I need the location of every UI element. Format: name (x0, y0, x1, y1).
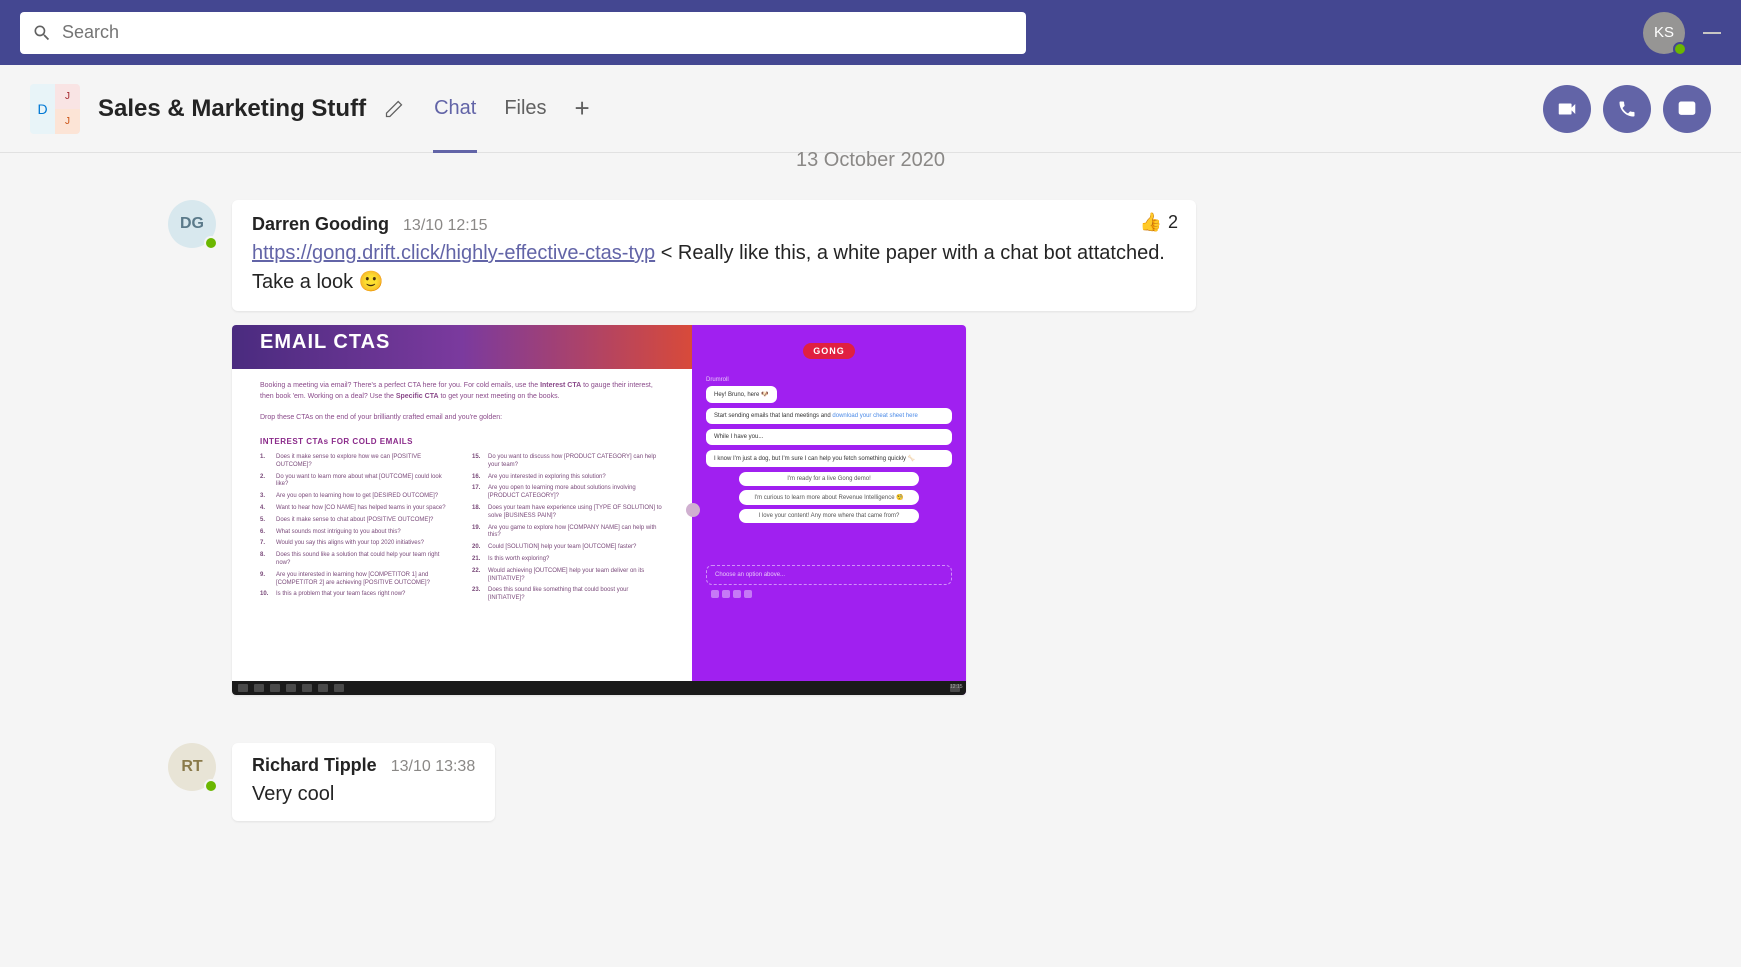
share-screen-button[interactable] (1663, 85, 1711, 133)
search-box[interactable] (20, 12, 1026, 54)
author-avatar[interactable]: DG (168, 200, 216, 248)
search-icon (32, 23, 52, 43)
minimize-icon[interactable] (1703, 32, 1721, 34)
chatbot-bubble: While I have you... (706, 429, 952, 445)
message: DG 👍 2 Darren Gooding 13/10 12:15 https:… (30, 200, 1711, 311)
timestamp: 13/10 12:15 (403, 217, 488, 235)
message-body: Very cool (252, 780, 475, 809)
preview-chatbot: GONG Drumroll Hey! Bruno, here 🐶 Start s… (692, 325, 966, 695)
chatbot-label: Drumroll (706, 377, 952, 383)
preview-col-right: 15.Do you want to discuss how [PRODUCT C… (472, 454, 664, 607)
avatar-tile: J (55, 84, 80, 109)
user-avatar[interactable]: KS (1643, 12, 1685, 54)
avatar-initials: RT (181, 758, 202, 776)
tabs: Chat Files + (434, 65, 590, 152)
message-bubble[interactable]: 👍 2 Darren Gooding 13/10 12:15 https://g… (232, 200, 1196, 311)
message-link[interactable]: https://gong.drift.click/highly-effectiv… (252, 242, 655, 264)
chatbot-bubble: Start sending emails that land meetings … (706, 408, 952, 424)
chatbot-option: I love your content! Any more where that… (739, 509, 919, 523)
avatar-tile: D (30, 84, 55, 134)
search-input[interactable] (62, 22, 1014, 43)
avatar-tile: J (55, 109, 80, 134)
preview-document: EMAIL CTAS Booking a meeting via email? … (232, 325, 692, 695)
author-name: Richard Tipple (252, 755, 377, 776)
preview-heading: EMAIL CTAS (232, 325, 692, 369)
messages-pane: 13 October 2020 DG 👍 2 Darren Gooding 13… (0, 149, 1741, 821)
date-divider: 13 October 2020 (30, 149, 1711, 172)
author-name: Darren Gooding (252, 214, 389, 235)
chatbot-avatar (686, 503, 700, 517)
brand-badge: GONG (803, 343, 855, 359)
add-tab-button[interactable]: + (575, 93, 590, 124)
tab-files[interactable]: Files (504, 65, 546, 152)
smile-emoji: 🙂 (359, 268, 384, 297)
audio-call-button[interactable] (1603, 85, 1651, 133)
group-avatar[interactable]: D J J (30, 84, 80, 134)
chatbot-option: I'm ready for a live Gong demo! (739, 472, 919, 486)
presence-indicator (204, 779, 218, 793)
message-body: https://gong.drift.click/highly-effectiv… (252, 239, 1176, 297)
video-call-button[interactable] (1543, 85, 1591, 133)
presence-indicator (1673, 42, 1687, 56)
timestamp: 13/10 13:38 (391, 758, 476, 776)
preview-intro: Booking a meeting via email? There's a p… (232, 369, 692, 429)
reaction-count: 2 (1168, 212, 1178, 233)
preview-columns: 1.Does it make sense to explore how we c… (232, 450, 692, 607)
chatbot-bubble: I know I'm just a dog, but I'm sure I ca… (706, 450, 952, 467)
preview-clock: 12:15 (950, 684, 960, 692)
link-preview[interactable]: EMAIL CTAS Booking a meeting via email? … (232, 325, 966, 695)
message-bubble[interactable]: Richard Tipple 13/10 13:38 Very cool (232, 743, 495, 821)
preview-col-left: 1.Does it make sense to explore how we c… (260, 454, 452, 607)
chatbot-option: I'm curious to learn more about Revenue … (739, 490, 919, 505)
chat-header: D J J Sales & Marketing Stuff Chat Files… (0, 65, 1741, 153)
chatbot-input-placeholder: Choose an option above... (706, 565, 952, 585)
avatar-initials: DG (180, 215, 204, 233)
chatbot-bubble: Hey! Bruno, here 🐶 (706, 386, 777, 403)
preview-subheading: INTEREST CTAs FOR COLD EMAILS (232, 429, 692, 450)
edit-icon[interactable] (384, 99, 404, 119)
reaction-pill[interactable]: 👍 2 (1140, 212, 1178, 233)
title-bar: KS (0, 0, 1741, 65)
presence-indicator (204, 236, 218, 250)
chat-title: Sales & Marketing Stuff (98, 95, 366, 123)
user-initials: KS (1654, 24, 1674, 41)
thumbs-up-icon: 👍 (1140, 212, 1162, 233)
message: RT Richard Tipple 13/10 13:38 Very cool (30, 743, 1711, 821)
tab-chat[interactable]: Chat (434, 65, 476, 152)
author-avatar[interactable]: RT (168, 743, 216, 791)
preview-taskbar: 12:15 (232, 681, 966, 695)
